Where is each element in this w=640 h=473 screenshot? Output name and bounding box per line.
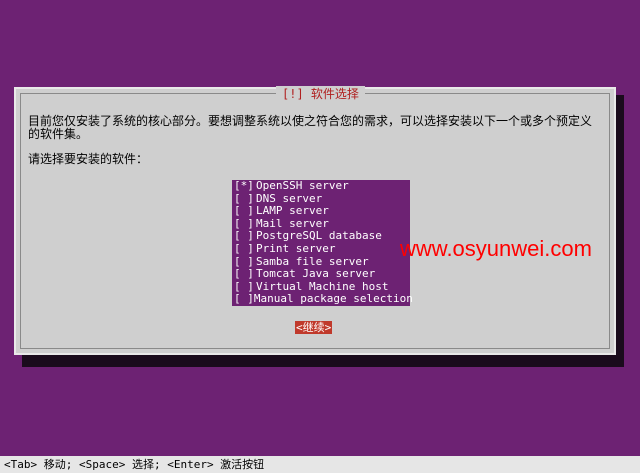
dialog-prompt: 请选择要安装的软件： bbox=[28, 152, 149, 166]
checkbox[interactable]: [ ] bbox=[234, 242, 256, 256]
status-bar: <Tab> 移动; <Space> 选择; <Enter> 激活按钮 bbox=[0, 456, 640, 473]
list-item-label: Tomcat Java server bbox=[256, 267, 376, 281]
dialog-description: 目前您仅安装了系统的核心部分。要想调整系统以使之符合您的需求，可以选择安装以下一… bbox=[28, 114, 593, 141]
list-item-label: Manual package selection bbox=[253, 292, 413, 306]
watermark: www.osyunwei.com bbox=[400, 236, 592, 261]
continue-button[interactable]: <继续> bbox=[295, 321, 333, 334]
list-item[interactable]: [*] OpenSSH server bbox=[234, 179, 410, 193]
checkbox[interactable]: [ ] bbox=[234, 268, 256, 281]
checkbox[interactable]: [ ] bbox=[234, 293, 254, 306]
list-item[interactable]: [ ] Print server bbox=[234, 241, 410, 256]
list-item-label: LAMP server bbox=[256, 204, 329, 218]
list-item-label: Print server bbox=[256, 241, 336, 255]
checkbox[interactable]: [ ] bbox=[234, 205, 256, 218]
list-item-label: OpenSSH server bbox=[256, 179, 349, 192]
list-item[interactable]: [ ] Manual package selection bbox=[234, 292, 413, 306]
list-item[interactable]: [ ] Tomcat Java server bbox=[234, 268, 410, 281]
checkbox[interactable]: [*] bbox=[234, 179, 256, 193]
list-item[interactable]: [ ] LAMP server bbox=[234, 205, 410, 218]
dialog-title: [!] 软件选择 bbox=[276, 86, 365, 102]
software-selection-dialog: [!] 软件选择 目前您仅安装了系统的核心部分。要想调整系统以使之符合您的需求，… bbox=[14, 86, 616, 355]
software-list: [*] OpenSSH server [ ] DNS server [ ] LA… bbox=[232, 179, 413, 306]
